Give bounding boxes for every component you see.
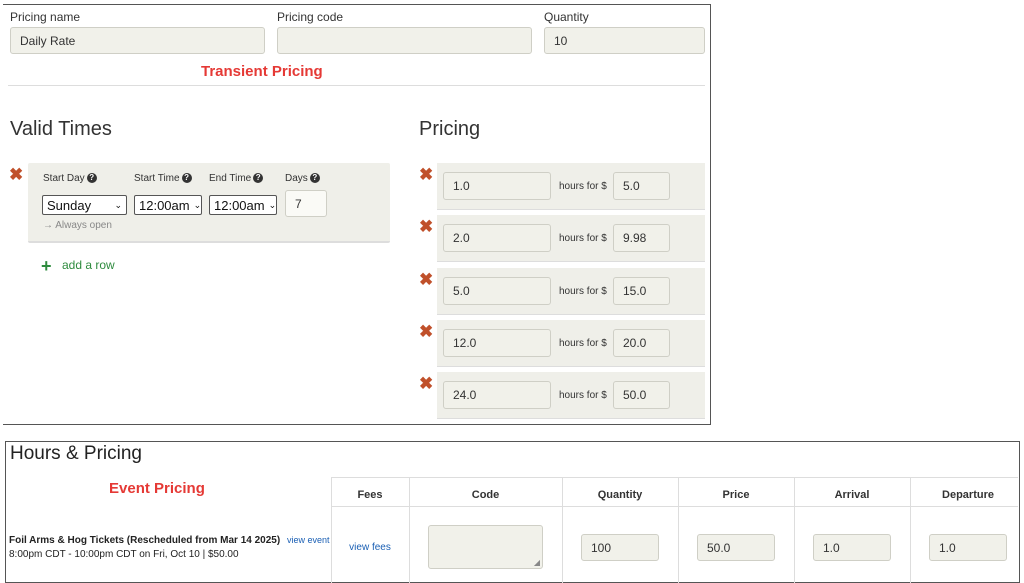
hours-input[interactable]: 24.0 (443, 381, 551, 409)
column-header-code: Code (471, 489, 500, 501)
help-icon[interactable]: ? (86, 173, 97, 184)
event-departure-input[interactable]: 1.0 (929, 534, 1007, 561)
delete-pricing-row-icon[interactable]: ✖ (419, 271, 433, 288)
event-pricing-heading: Event Pricing (109, 480, 205, 497)
days-label: Days? (285, 173, 320, 184)
valid-times-title: Valid Times (10, 118, 112, 140)
price-input[interactable]: 50.0 (613, 381, 670, 409)
hours-for-label: hours for $ (559, 390, 607, 401)
chevron-down-icon: ⌄ (193, 199, 202, 210)
delete-pricing-row-icon[interactable]: ✖ (419, 218, 433, 235)
pricing-name-label: Pricing name (10, 10, 81, 24)
plus-icon[interactable]: + (41, 257, 52, 275)
event-quantity-input[interactable]: 100 (581, 534, 659, 561)
delete-pricing-row-icon[interactable]: ✖ (419, 375, 433, 392)
pricing-title: Pricing (419, 118, 481, 140)
column-header-price: Price (722, 489, 750, 501)
view-fees-link[interactable]: view fees (331, 542, 409, 553)
help-icon[interactable]: ? (309, 173, 320, 184)
chevron-down-icon: ⌄ (268, 199, 277, 210)
event-name: Foil Arms & Hog Tickets (Rescheduled fro… (9, 535, 281, 546)
hours-input[interactable]: 12.0 (443, 329, 551, 357)
hours-pricing-title: Hours & Pricing (10, 443, 142, 464)
price-input[interactable]: 15.0 (613, 277, 670, 305)
start-time-select[interactable]: 12:00am ⌄ (134, 195, 202, 215)
quantity-input[interactable]: 10 (544, 27, 705, 54)
end-time-select[interactable]: 12:00am ⌄ (209, 195, 277, 215)
column-header-quantity: Quantity (597, 489, 643, 501)
delete-row-icon[interactable]: ✖ (9, 166, 23, 183)
always-open-note: → Always open (43, 220, 112, 231)
days-input[interactable]: 7 (285, 190, 327, 217)
column-header-arrival: Arrival (834, 489, 870, 501)
hours-input[interactable]: 2.0 (443, 224, 551, 252)
delete-pricing-row-icon[interactable]: ✖ (419, 166, 433, 183)
start-day-label: Start Day? (43, 173, 97, 184)
table-header-bottom-line (331, 506, 1018, 507)
column-header-fees: Fees (357, 489, 383, 501)
help-icon[interactable]: ? (253, 173, 264, 184)
delete-pricing-row-icon[interactable]: ✖ (419, 323, 433, 340)
quantity-label: Quantity (544, 10, 589, 24)
event-price-input[interactable]: 50.0 (697, 534, 775, 561)
start-day-select[interactable]: Sunday ⌄ (42, 195, 127, 215)
transient-pricing-heading: Transient Pricing (201, 63, 323, 80)
help-icon[interactable]: ? (181, 173, 192, 184)
hours-input[interactable]: 1.0 (443, 172, 551, 200)
resize-handle-icon[interactable]: ◢ (534, 558, 540, 567)
pricing-code-input[interactable] (277, 27, 532, 54)
event-code-textarea[interactable]: ◢ (428, 525, 543, 569)
pricing-code-label: Pricing code (277, 10, 344, 24)
start-time-label: Start Time? (134, 173, 192, 184)
column-header-departure: Departure (942, 489, 994, 501)
price-input[interactable]: 5.0 (613, 172, 670, 200)
event-arrival-input[interactable]: 1.0 (813, 534, 891, 561)
hours-for-label: hours for $ (559, 286, 607, 297)
divider (8, 85, 705, 86)
hours-input[interactable]: 5.0 (443, 277, 551, 305)
price-input[interactable]: 9.98 (613, 224, 670, 252)
event-details: 8:00pm CDT - 10:00pm CDT on Fri, Oct 10 … (9, 549, 239, 560)
chevron-down-icon: ⌄ (114, 199, 122, 210)
hours-for-label: hours for $ (559, 338, 607, 349)
end-time-label: End Time? (209, 173, 264, 184)
table-header-top-line (331, 477, 1018, 478)
price-input[interactable]: 20.0 (613, 329, 670, 357)
hours-for-label: hours for $ (559, 233, 607, 244)
view-event-link[interactable]: view event (287, 535, 330, 545)
add-row-link[interactable]: add a row (62, 258, 115, 272)
hours-for-label: hours for $ (559, 181, 607, 192)
event-title-line: Foil Arms & Hog Tickets (Rescheduled fro… (9, 535, 330, 546)
pricing-name-input[interactable]: Daily Rate (10, 27, 265, 54)
